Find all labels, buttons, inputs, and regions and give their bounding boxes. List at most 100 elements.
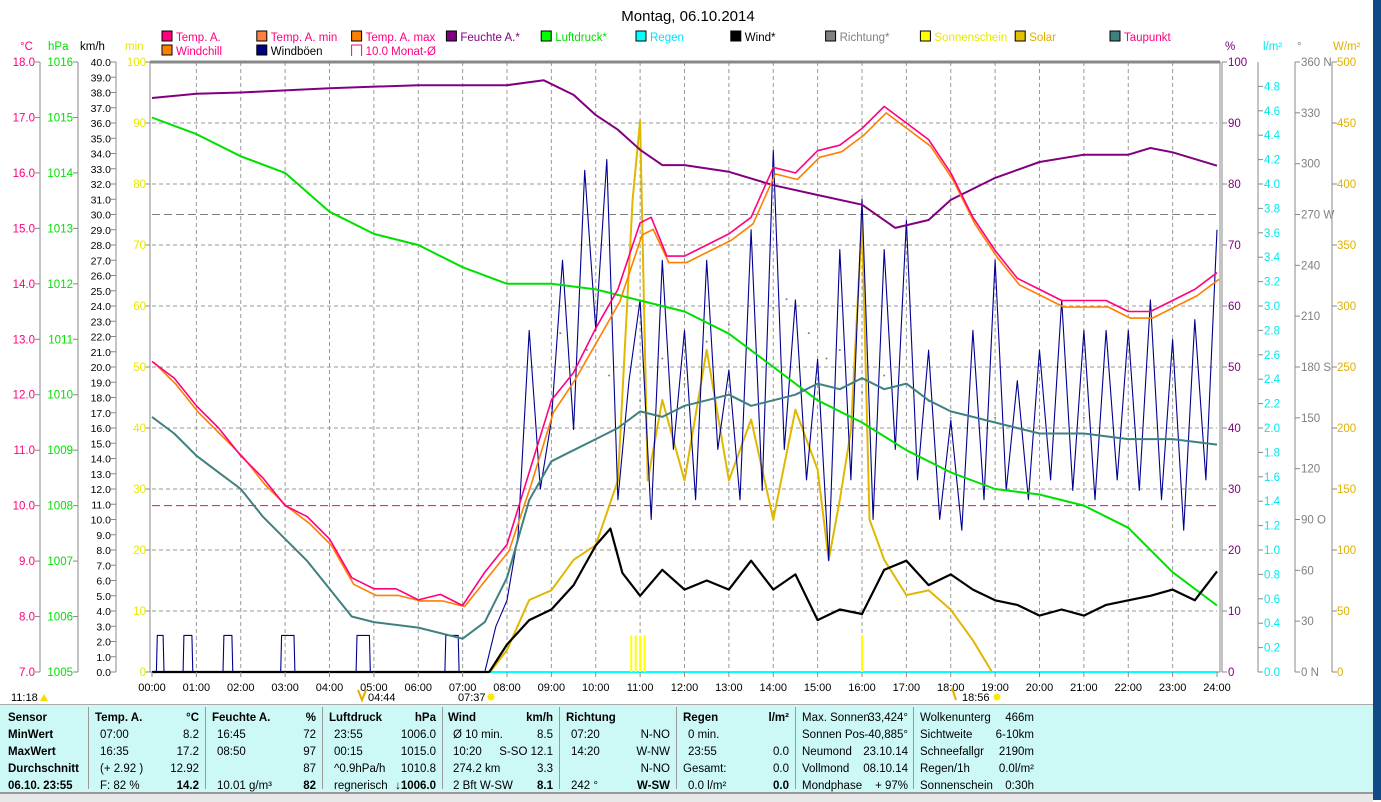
astro-value: 08.10.14 xyxy=(863,763,908,775)
legend-item: Taupunkt xyxy=(1109,30,1171,44)
axis-tick-label: 50 xyxy=(133,362,146,374)
axis-tick-label: 1.6 xyxy=(1264,472,1280,484)
column-divider xyxy=(559,707,560,789)
legend-swatch xyxy=(730,30,742,42)
axis-tick-label: 3.0 xyxy=(1264,301,1280,313)
column-divider xyxy=(205,707,206,789)
axis-tick-label: 350 xyxy=(1337,240,1356,252)
legend-item: 10.0 Monat-Ø xyxy=(351,44,436,58)
row-value: 8.2 xyxy=(183,729,199,741)
legend-label: Windchill xyxy=(176,46,222,58)
axis-tick-label: 2.6 xyxy=(1264,350,1280,362)
axis-tick-label: 20 xyxy=(133,545,146,557)
axis-tick-label: 60 xyxy=(1301,565,1314,577)
axis-tick-label: 30 xyxy=(1301,616,1314,628)
axis-tick-label: 1015 xyxy=(47,112,73,124)
legend-label: Taupunkt xyxy=(1124,32,1171,44)
axis-tick-label: 200 xyxy=(1337,423,1356,435)
sunrise-time: 07:37 xyxy=(458,692,486,704)
x-tick-label: 01:00 xyxy=(183,682,211,694)
series-richtung-point xyxy=(883,374,886,377)
weather-chart: Montag, 06.10.2014 Temp. A. Temp. A. min T… xyxy=(11,8,1361,704)
axis-tick-label: 39.0 xyxy=(91,72,112,84)
row-value: 0.0 xyxy=(773,746,789,758)
series-sonnenschein-bar xyxy=(634,635,637,672)
axis-tick-label: 500 xyxy=(1337,57,1356,69)
legend-swatch xyxy=(161,30,173,42)
legend-swatch xyxy=(445,30,457,42)
row-label: MinWert xyxy=(8,729,54,741)
axis-tick-label: 1005 xyxy=(47,667,73,679)
legend-item: Windböen xyxy=(256,44,323,58)
row-value: N-NO xyxy=(640,729,670,741)
axis-tick-label: 1.2 xyxy=(1264,521,1280,533)
series-richtung-point xyxy=(727,323,730,326)
series-sonnenschein-bar xyxy=(630,635,633,672)
axis-tick-label: 16.0 xyxy=(91,423,112,435)
axis-tick-label: 25.0 xyxy=(91,286,112,298)
x-tick-label: 21:00 xyxy=(1070,682,1098,694)
legend-label: Wind* xyxy=(745,32,776,44)
axis-tick-label: 50 xyxy=(1228,362,1241,374)
axis-unit: min xyxy=(125,41,144,53)
axis-unit: W/m² xyxy=(1333,41,1361,53)
series-taupunkt-line xyxy=(151,377,1218,640)
row-value: 1006.0 xyxy=(400,729,436,741)
series-richtung-point xyxy=(838,349,841,352)
axis-tick-label: 0.6 xyxy=(1264,594,1280,606)
axis-tick-label: 15.0 xyxy=(91,438,112,450)
axis-tick-label: 3.8 xyxy=(1264,203,1280,215)
series-richtung-point xyxy=(807,332,810,335)
desktop-background xyxy=(1373,0,1381,800)
axis-tick-label: 150 xyxy=(1337,484,1356,496)
axis-tick-label: 33.0 xyxy=(91,164,112,176)
axis-tick-label: 30 xyxy=(133,484,146,496)
x-tick-label: 16:00 xyxy=(848,682,876,694)
legend-item: Luftdruck* xyxy=(540,30,608,44)
axis-tick-label: 180 S xyxy=(1301,362,1331,374)
axis-tick-label: 14.0 xyxy=(13,279,35,291)
x-tick-label: 10:00 xyxy=(582,682,610,694)
axis-tick-label: 2.0 xyxy=(1264,423,1280,435)
status-bar xyxy=(0,792,1373,802)
axis-tick-label: 3.0 xyxy=(96,621,111,633)
axis-tick-label: 7.0 xyxy=(19,667,35,679)
axis-tick-label: 19.0 xyxy=(91,377,112,389)
legend-swatch xyxy=(351,44,363,56)
axis-tick-label: 15.0 xyxy=(13,223,35,235)
column-divider xyxy=(88,707,89,789)
series-richtung-point xyxy=(1082,416,1085,419)
axis-tick-label: 30 xyxy=(1228,484,1241,496)
legend-item: Richtung* xyxy=(825,30,890,44)
axis-tick-label: 24.0 xyxy=(91,301,112,313)
axis-tick-label: 60 xyxy=(133,301,146,313)
x-tick-label: 11:00 xyxy=(627,682,654,694)
x-tick-label: 06:00 xyxy=(404,682,432,694)
axis-tick-label: 27.0 xyxy=(91,255,112,267)
row-value: 1015.0 xyxy=(400,746,436,758)
axis-tick-label: 90 O xyxy=(1301,515,1326,527)
axis-tick-label: 18.0 xyxy=(91,393,112,405)
sunset-time: 18:56 xyxy=(962,692,990,704)
series-sonnenschein-bar xyxy=(861,635,863,672)
x-tick-label: 24:00 xyxy=(1203,682,1231,694)
x-tick-label: 09:00 xyxy=(538,682,566,694)
axis-tick-label: 270 W xyxy=(1301,210,1334,222)
legend-item: Feuchte A.* xyxy=(445,30,520,44)
axis-tick-label: 1009 xyxy=(47,445,73,457)
axis-tick-label: 30.0 xyxy=(91,210,112,222)
row-value: 72 xyxy=(303,729,316,741)
astro-value: -40,885° xyxy=(864,729,908,741)
legend-label: Temp. A. max xyxy=(366,32,436,44)
axis-tick-label: 100 xyxy=(127,57,146,69)
axis-tick-label: 150 xyxy=(1301,413,1320,425)
legend-label: Solar xyxy=(1029,32,1056,44)
axis-tick-label: 1016 xyxy=(47,57,73,69)
series-richtung-point xyxy=(585,349,588,352)
moonrise-time: 11:18 xyxy=(11,692,38,704)
series-richtung-point xyxy=(639,399,642,402)
x-tick-label: 23:00 xyxy=(1159,682,1187,694)
axis-tick-label: 8.0 xyxy=(19,612,35,624)
axis-tick-label: 0 xyxy=(1228,667,1234,679)
axis-tick-label: 11.0 xyxy=(91,499,111,511)
